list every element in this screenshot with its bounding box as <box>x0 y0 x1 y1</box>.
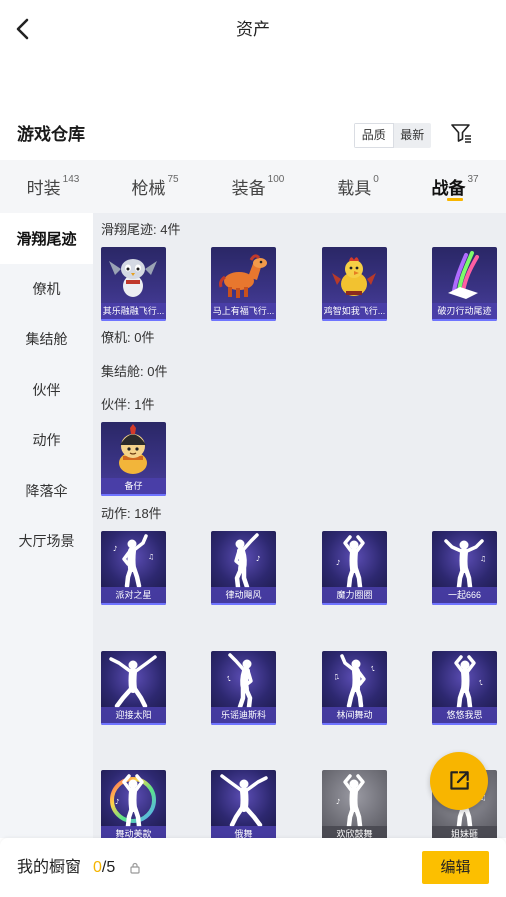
item-card[interactable]: 林间舞动 <box>322 651 387 725</box>
tab-count: 100 <box>267 174 285 185</box>
item-name: 欢欣鼓舞 <box>322 826 387 838</box>
warehouse-title: 游戏仓库 <box>17 125 85 144</box>
tab-count: 0 <box>373 174 379 185</box>
dancer-silhouette-icon <box>211 651 276 708</box>
tab-count: 75 <box>167 174 179 185</box>
tab-count: 37 <box>467 174 479 185</box>
item-name: 舞动美款 <box>101 826 166 838</box>
dancer-silhouette-icon <box>432 651 497 708</box>
sidebar-item-parachute[interactable]: 降落伞 <box>0 466 93 517</box>
item-name: 律动飓风 <box>211 587 276 605</box>
tab-battle-prep[interactable]: 战备 37 <box>405 160 505 213</box>
sidebar-item-rally-pod[interactable]: 集结舱 <box>0 314 93 365</box>
item-card[interactable]: 俄舞 <box>211 770 276 838</box>
assets-screen: ♪ ♫ ♪ <box>0 0 506 897</box>
item-list[interactable]: 滑翔尾迹: 4件 其乐融融飞行... 马上有福飞行... 鸡智如我飞行... 破… <box>93 213 506 838</box>
item-name: 备仔 <box>101 478 166 496</box>
item-card[interactable]: 马上有福飞行... <box>211 247 276 321</box>
showcase-label: 我的橱窗 <box>17 859 82 876</box>
showcase-capacity: 5 <box>106 859 116 876</box>
item-card[interactable]: 欢欣鼓舞 <box>322 770 387 838</box>
sort-toggle: 品质 最新 <box>354 123 431 148</box>
color-trail-icon <box>446 251 480 301</box>
section-title-companion: 伙伴: 1件 <box>101 397 155 412</box>
tab-label: 枪械 <box>131 179 166 198</box>
item-name: 俄舞 <box>211 826 276 838</box>
tab-vehicles[interactable]: 载具 0 <box>308 160 408 213</box>
tab-label: 战备 <box>431 179 466 198</box>
item-card[interactable]: 破刃行动尾迹 <box>432 247 497 321</box>
item-name: 魔力圈圈 <box>322 587 387 605</box>
dancer-silhouette-icon <box>322 651 387 708</box>
section-title-wingman: 僚机: 0件 <box>101 330 155 345</box>
section-title-rally-pod: 集结舱: 0件 <box>101 364 168 379</box>
dancer-silhouette-icon <box>322 531 387 588</box>
dancer-silhouette-icon <box>432 531 497 588</box>
active-tab-indicator <box>447 198 463 201</box>
sort-option-latest[interactable]: 最新 <box>394 123 432 148</box>
tab-label: 载具 <box>337 179 372 198</box>
item-card[interactable]: 备仔 <box>101 422 166 496</box>
edit-button[interactable]: 编辑 <box>422 851 489 884</box>
tab-label: 装备 <box>231 179 266 198</box>
tab-firearms[interactable]: 枪械 75 <box>105 160 205 213</box>
dancer-silhouette-icon <box>211 531 276 588</box>
item-card[interactable]: 乐谣迪斯科 <box>211 651 276 725</box>
item-name: 姐妹砸 <box>432 826 497 838</box>
sidebar-item-wingman[interactable]: 僚机 <box>0 264 93 315</box>
item-name: 悠悠我思 <box>432 707 497 725</box>
tab-count: 143 <box>62 174 80 185</box>
item-name: 破刃行动尾迹 <box>432 303 497 321</box>
chicken-glider-icon <box>332 257 376 296</box>
tab-equipment[interactable]: 装备 100 <box>208 160 308 213</box>
dancer-silhouette-icon <box>101 651 166 708</box>
item-name: 迎接太阳 <box>101 707 166 725</box>
dancer-silhouette-icon <box>101 531 166 588</box>
filter-icon[interactable] <box>449 121 474 146</box>
sort-option-quality[interactable]: 品质 <box>354 123 394 148</box>
dancer-silhouette-icon <box>211 770 276 827</box>
page-title: 资产 <box>236 20 270 39</box>
sidebar: 滑翔尾迹 僚机 集结舱 伙伴 动作 降落伞 大厅场景 <box>0 213 93 838</box>
item-name: 派对之星 <box>101 587 166 605</box>
item-card[interactable]: 其乐融融飞行... <box>101 247 166 321</box>
showcase-used: 0 <box>93 859 102 876</box>
category-tabs: 时装 143 枪械 75 装备 100 载具 0 战备 37 <box>0 160 506 213</box>
item-name: 鸡智如我飞行... <box>322 303 387 321</box>
item-card[interactable]: 悠悠我思 <box>432 651 497 725</box>
section-title-emote: 动作: 18件 <box>101 506 162 521</box>
dancer-silhouette-icon <box>322 770 387 827</box>
horse-glider-icon <box>219 254 269 300</box>
showcase-count: 0/5 <box>93 858 115 878</box>
item-name: 林间舞动 <box>322 707 387 725</box>
lock-icon <box>130 861 140 874</box>
share-button[interactable] <box>430 752 488 810</box>
item-card[interactable]: 迎接太阳 <box>101 651 166 725</box>
sidebar-item-lobby-scene[interactable]: 大厅场景 <box>0 516 93 567</box>
rainbow-ring-dancer-icon <box>110 770 156 827</box>
sidebar-item-companion[interactable]: 伙伴 <box>0 365 93 416</box>
tab-label: 时装 <box>26 179 61 198</box>
item-card[interactable]: 魔力圈圈 <box>322 531 387 605</box>
penguin-glider-icon <box>109 259 157 297</box>
sidebar-item-glide-trail[interactable]: 滑翔尾迹 <box>0 213 93 264</box>
helmet-mascot-icon <box>118 423 148 475</box>
item-card[interactable]: 律动飓风 <box>211 531 276 605</box>
tab-fashion[interactable]: 时装 143 <box>3 160 103 213</box>
item-card[interactable]: 一起666 <box>432 531 497 605</box>
item-card[interactable]: 舞动美款 <box>101 770 166 838</box>
item-name: 一起666 <box>432 587 497 605</box>
sidebar-item-emote[interactable]: 动作 <box>0 415 93 466</box>
item-card[interactable]: 鸡智如我飞行... <box>322 247 387 321</box>
item-name: 其乐融融飞行... <box>101 303 166 321</box>
item-name: 乐谣迪斯科 <box>211 707 276 725</box>
share-icon <box>450 771 469 790</box>
item-card[interactable]: 派对之星 <box>101 531 166 605</box>
item-name: 马上有福飞行... <box>211 303 276 321</box>
section-title-glide-trail: 滑翔尾迹: 4件 <box>101 222 181 237</box>
